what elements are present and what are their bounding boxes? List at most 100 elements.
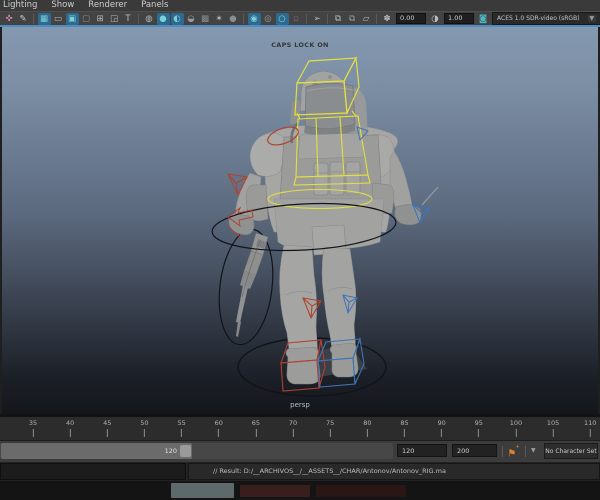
frame-tick-label: 45 [103, 419, 112, 427]
menu-show[interactable]: Show [51, 0, 74, 11]
checker-display-icon[interactable]: ▩ [199, 13, 212, 25]
taskbar-button[interactable] [171, 483, 234, 498]
frame-tick-mark [366, 429, 368, 437]
command-line-result: // Result: D:/__ARCHIVOS__/__ASSETS__/CH… [188, 463, 600, 480]
toolbar-separator [306, 13, 307, 24]
range-end-handle[interactable] [180, 445, 191, 457]
range-end-label: 120 [164, 447, 177, 455]
exposure-icon[interactable]: ✽ [381, 13, 394, 25]
frame-tick-45[interactable]: 45 [103, 420, 111, 437]
toolbar-separator [33, 13, 34, 24]
motion-blur-icon[interactable]: ◎ [262, 13, 275, 25]
corner-pane-layout-icon[interactable]: ◲ [108, 13, 121, 25]
frame-tick-mark [478, 429, 480, 437]
panel-menu-bar: Lighting Show Renderer Panels [0, 0, 600, 11]
toolbar-separator [138, 13, 139, 24]
frame-tick-mark [589, 429, 591, 437]
bottom-bar [0, 481, 600, 500]
isolate-select-icon[interactable]: ⧉ [332, 13, 345, 25]
gamma-field[interactable]: 1.00 [444, 13, 474, 24]
frame-tick-75[interactable]: 75 [326, 420, 334, 437]
animation-end-field[interactable]: 200 [452, 444, 497, 457]
frame-tick-mark [515, 429, 517, 437]
chevron-down-icon[interactable]: ▼ [587, 15, 597, 22]
frame-tick-label: 70 [288, 419, 298, 427]
shaded-display-icon[interactable]: ● [156, 12, 170, 25]
frame-tick-label: 75 [326, 419, 335, 427]
panel-editor-icon[interactable]: T [122, 13, 135, 25]
menu-lighting[interactable]: Lighting [3, 0, 37, 11]
frame-tick-90[interactable]: 90 [438, 420, 446, 437]
select-tool-icon[interactable]: ➢ [311, 13, 324, 25]
lights-display-icon[interactable]: ✶ [213, 13, 226, 25]
textured-display-icon[interactable]: ◐ [170, 12, 184, 25]
divider [525, 446, 526, 457]
character-set-select[interactable]: No Character Set [544, 443, 598, 459]
screen-space-ao-icon[interactable]: ◉ [247, 12, 261, 25]
frame-tick-mark [32, 429, 34, 437]
divider [502, 446, 503, 457]
frame-tick-label: 100 [509, 419, 523, 427]
multi-component-icon[interactable]: ✜ [3, 13, 16, 25]
frame-tick-mark [441, 429, 443, 437]
frame-tick-55[interactable]: 55 [177, 420, 186, 437]
taskbar-segment [240, 485, 310, 497]
frame-tick-60[interactable]: 60 [215, 420, 223, 437]
perspective-viewport[interactable]: CAPS LOCK ON persp [0, 27, 600, 414]
frame-tick-105[interactable]: 105 [547, 420, 559, 437]
viewport-canvas[interactable] [2, 27, 598, 414]
material-display-icon[interactable]: ◒ [185, 13, 198, 25]
frame-tick-label: 80 [363, 419, 372, 427]
frame-tick-100[interactable]: 100 [510, 420, 522, 437]
frame-tick-mark [69, 429, 71, 437]
paint-tool-icon[interactable]: ✎ [17, 13, 30, 25]
range-slider-track[interactable]: 120 [0, 443, 393, 459]
split-pane-layout-icon[interactable]: ⊞ [94, 13, 107, 25]
command-line-input[interactable] [0, 463, 186, 480]
frame-tick-35[interactable]: 35 [29, 420, 37, 437]
image-plane-icon[interactable]: ▱ [360, 13, 373, 25]
frame-tick-65[interactable]: 65 [252, 420, 260, 437]
frame-tick-50[interactable]: 50 [140, 420, 149, 437]
frame-tick-mark [106, 429, 108, 437]
view-transform-select[interactable]: ACES 1.0 SDR-video (sRGB) ▼ [492, 12, 600, 25]
toolbar-separator [243, 13, 244, 24]
playback-end-field[interactable]: 120 [397, 444, 447, 457]
wireframe-display-icon[interactable]: ◍ [143, 13, 156, 25]
frame-tick-label: 85 [400, 419, 409, 427]
pane-layout-icon[interactable]: ▣ [65, 12, 79, 25]
frame-tick-label: 40 [66, 419, 75, 427]
menu-panels[interactable]: Panels [141, 0, 168, 11]
display-toggle-dim-icon[interactable]: ▫ [290, 13, 303, 25]
frame-tick-mark [292, 429, 294, 437]
toolbar-separator [376, 13, 377, 24]
single-pane-layout-icon[interactable]: ▦ [37, 12, 51, 25]
frame-tick-80[interactable]: 80 [363, 420, 371, 437]
frame-tick-70[interactable]: 70 [289, 420, 297, 437]
pane-layout-dim-icon[interactable]: ▢ [80, 13, 93, 25]
frame-tick-label: 60 [214, 419, 223, 427]
isolate-selected-icon[interactable]: ⧉ [346, 13, 359, 25]
frame-tick-mark [181, 429, 183, 437]
exposure-field[interactable]: 0.00 [396, 13, 426, 24]
shadows-display-icon[interactable]: ● [227, 13, 240, 25]
time-slider[interactable]: 35 40 45 50 55 60 65 70 75 80 85 90 95 100 105 110 [0, 417, 600, 441]
view-transform-icon[interactable]: ◙ [477, 13, 490, 25]
chevron-down-icon[interactable]: ▼ [531, 447, 536, 454]
auto-key-icon[interactable]: ⚑+ [507, 444, 521, 459]
gamma-icon[interactable]: ◑ [429, 13, 442, 25]
toolbar-separator [327, 13, 328, 24]
menu-renderer[interactable]: Renderer [88, 0, 127, 11]
range-slider-bar[interactable]: 120 [1, 443, 192, 459]
frame-tick-95[interactable]: 95 [475, 420, 483, 437]
frame-tick-label: 105 [546, 419, 560, 427]
frame-tick-40[interactable]: 40 [66, 420, 74, 437]
frame-tick-85[interactable]: 85 [400, 419, 409, 437]
character-mesh[interactable] [228, 70, 439, 385]
anti-aliasing-icon[interactable]: ○ [275, 12, 289, 25]
frame-tick-mark [255, 429, 257, 437]
four-view-layout-icon[interactable]: ▭ [52, 13, 65, 25]
frame-tick-mark [404, 429, 405, 437]
frame-tick-label: 95 [474, 419, 483, 427]
frame-tick-110[interactable]: 110 [584, 420, 596, 437]
